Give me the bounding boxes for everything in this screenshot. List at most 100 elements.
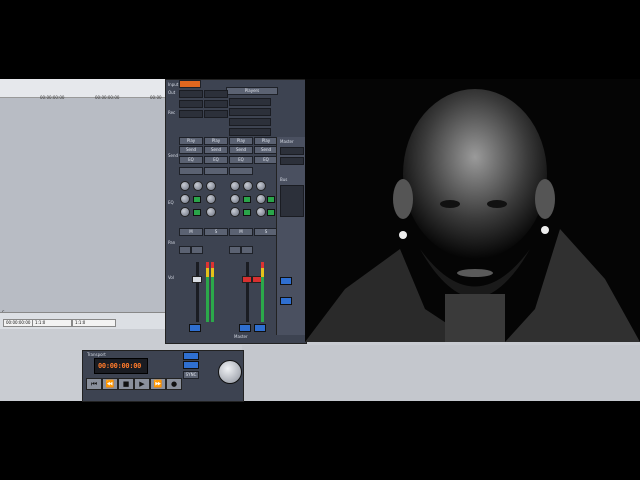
track-list-footer: 00:00:00:00 1:1:0 1:1:0 <box>0 312 166 329</box>
channel-button[interactable] <box>229 246 241 254</box>
channel-select-button[interactable] <box>189 324 201 332</box>
eq-knob[interactable] <box>180 194 190 204</box>
fader-handle[interactable] <box>192 276 202 283</box>
mixer-small-button[interactable] <box>204 167 228 175</box>
eq-knob[interactable] <box>230 181 240 191</box>
mixer-small-button[interactable] <box>179 167 203 175</box>
eq-knob[interactable] <box>180 181 190 191</box>
channel-button[interactable] <box>179 246 191 254</box>
mixer-bottom-label: Master <box>234 334 248 339</box>
level-meter <box>206 262 209 322</box>
green-led <box>267 209 275 216</box>
eq-knob[interactable] <box>206 207 216 217</box>
green-led <box>193 196 201 203</box>
side-row[interactable] <box>280 147 304 155</box>
header-cell-end: 00:00:00:00 <box>95 95 120 100</box>
transport-mode-button[interactable] <box>183 361 199 369</box>
mixer-row[interactable] <box>229 118 271 126</box>
green-led <box>243 196 251 203</box>
green-led <box>193 209 201 216</box>
mixer-row[interactable] <box>204 90 228 98</box>
mixer-row[interactable] <box>204 100 228 108</box>
eq-knob[interactable] <box>230 194 240 204</box>
mixer-row[interactable] <box>229 108 271 116</box>
play-button-3[interactable]: Play <box>229 137 253 145</box>
mixer-row[interactable] <box>204 110 228 118</box>
eq-knob[interactable] <box>256 181 266 191</box>
transport-title: Transport <box>87 352 106 357</box>
play-button-4[interactable]: Play <box>254 137 278 145</box>
eq-knob[interactable] <box>206 181 216 191</box>
eq-knob[interactable] <box>243 181 253 191</box>
send-button-2[interactable]: Send <box>204 146 228 154</box>
mixer-row[interactable] <box>179 90 203 98</box>
mixer-row[interactable] <box>179 100 203 108</box>
level-meter <box>211 262 214 322</box>
solo-button-2[interactable]: S <box>254 228 278 236</box>
mixer-label-input: Input <box>168 82 179 87</box>
time-readout: 00:00:00:00 <box>98 362 142 370</box>
mute-button-1[interactable]: M <box>179 228 203 236</box>
eq-knob[interactable] <box>256 194 266 204</box>
mixer-label-pan: Pan <box>168 240 176 245</box>
mixer-small-button[interactable] <box>229 167 253 175</box>
send-button-4[interactable]: Send <box>254 146 278 154</box>
channel-button[interactable] <box>191 246 203 254</box>
solo-button-1[interactable]: S <box>204 228 228 236</box>
active-input-button[interactable] <box>179 80 201 88</box>
eq-button-4[interactable]: EQ <box>254 156 278 164</box>
header-cell-length: 00:00 <box>150 95 162 100</box>
mixer-row[interactable] <box>179 110 203 118</box>
mixer-side-panel[interactable]: Master Bus <box>276 137 306 335</box>
send-button-1[interactable]: Send <box>179 146 203 154</box>
side-blue-button[interactable] <box>280 277 292 285</box>
mixer-row[interactable] <box>229 128 271 136</box>
header-cell-start: 00:00:00:00 <box>40 95 65 100</box>
rewind-button[interactable]: ⏮ <box>86 378 102 390</box>
time-display: 00:00:00:00 <box>94 358 148 374</box>
eq-knob[interactable] <box>193 181 203 191</box>
footer-beat-field[interactable]: 1:1:0 <box>72 319 116 327</box>
footer-bar-field[interactable]: 1:1:0 <box>32 319 72 327</box>
eq-button-2[interactable]: EQ <box>204 156 228 164</box>
eq-button-1[interactable]: EQ <box>179 156 203 164</box>
footer-position-field[interactable]: 00:00:00:00 <box>3 319 33 327</box>
eq-knob[interactable] <box>230 207 240 217</box>
play-button-2[interactable]: Play <box>204 137 228 145</box>
eq-knob[interactable] <box>256 207 266 217</box>
jog-wheel[interactable] <box>218 360 242 384</box>
track-list-header: 00:00:00:00 00:00:00:00 00:00 <box>0 79 166 100</box>
sync-button[interactable]: SYNC <box>183 371 199 379</box>
channel-select-button[interactable] <box>239 324 251 332</box>
green-led <box>267 196 275 203</box>
play-button-1[interactable]: Play <box>179 137 203 145</box>
bottom-workspace-strip <box>242 345 640 401</box>
eq-knob[interactable] <box>206 194 216 204</box>
stop-button[interactable]: ■ <box>118 378 134 390</box>
channel-button[interactable] <box>241 246 253 254</box>
side-label-bus: Bus <box>280 177 288 182</box>
track-list-panel[interactable] <box>0 79 167 329</box>
back-button[interactable]: ⏪ <box>102 378 118 390</box>
side-blue-button[interactable] <box>280 297 292 305</box>
eq-button-3[interactable]: EQ <box>229 156 253 164</box>
forward-button[interactable]: ⏩ <box>150 378 166 390</box>
green-led <box>243 209 251 216</box>
send-button-3[interactable]: Send <box>229 146 253 154</box>
record-button[interactable]: ● <box>166 378 182 390</box>
play-button[interactable]: ▶ <box>134 378 150 390</box>
fader-track <box>246 262 249 322</box>
fader-track <box>196 262 199 322</box>
portrait-photo <box>305 79 640 342</box>
transport-mode-button[interactable] <box>183 352 199 360</box>
fader-handle-red[interactable] <box>242 276 252 283</box>
side-label-master: Master <box>280 139 294 144</box>
mixer-label-eq: EQ <box>168 200 174 205</box>
channel-select-button[interactable] <box>254 324 266 332</box>
mute-button-2[interactable]: M <box>229 228 253 236</box>
side-list[interactable] <box>280 185 304 217</box>
players-button[interactable]: Players <box>226 87 278 95</box>
side-row[interactable] <box>280 157 304 165</box>
eq-knob[interactable] <box>180 207 190 217</box>
mixer-row[interactable] <box>229 98 271 106</box>
